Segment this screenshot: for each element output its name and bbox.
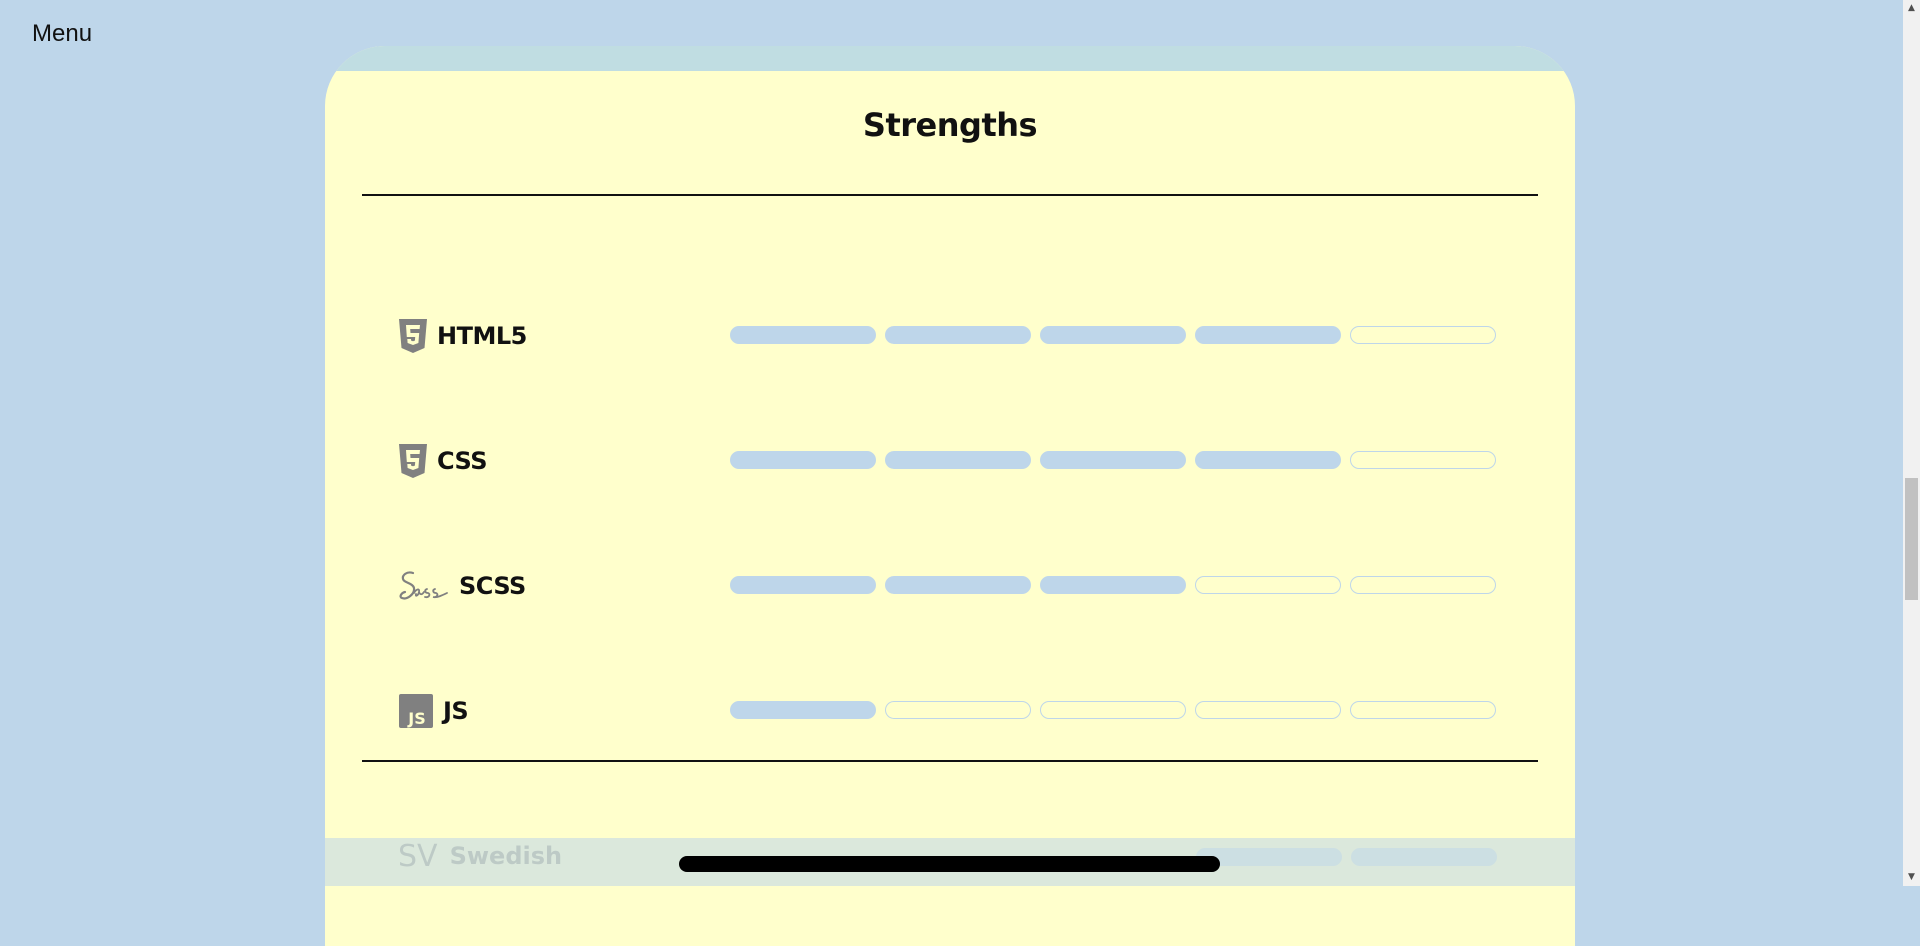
sass-icon [399,567,449,605]
skill-label: JS JS [399,691,469,731]
divider-top [362,194,1538,196]
level-bar-filled [885,576,1031,594]
skill-label: HTML5 [399,316,527,356]
level-bar-filled [730,701,876,719]
level-bar-filled [1195,451,1341,469]
level-bar-empty [1350,326,1496,344]
html5-icon [399,319,427,353]
language-name: Swedish [449,842,563,870]
scrollbar[interactable]: ▲ ▼ [1903,0,1920,886]
level-bar-empty [1040,701,1186,719]
skill-level-bars [730,326,1496,344]
level-bar-filled [730,576,876,594]
divider-bottom [362,760,1538,762]
menu-button[interactable]: Menu [32,20,92,48]
language-level-bars [1196,848,1497,866]
skill-row-html5: HTML5 [325,316,1575,356]
skill-label: CSS [399,441,488,481]
skill-label: SCSS [399,566,526,606]
css3-icon [399,444,427,478]
level-bar-empty [1195,576,1341,594]
level-bar-filled [1195,326,1341,344]
skill-name: CSS [437,447,488,475]
section-title: Strengths [862,106,1038,144]
level-bar-filled [730,326,876,344]
home-indicator[interactable] [679,856,1220,872]
scrollbar-thumb[interactable] [1905,478,1918,600]
level-bar-empty [885,701,1031,719]
level-bar-filled [885,451,1031,469]
level-bar [1351,848,1497,866]
svg-text:JS: JS [407,709,425,728]
strengths-card: Strengths HTML5 CSS SCSS JS JS [325,46,1575,946]
level-bar-empty [1350,451,1496,469]
skill-name: JS [443,697,469,725]
scroll-down-arrow-icon[interactable]: ▼ [1903,869,1920,886]
skill-name: HTML5 [437,322,527,350]
level-bar-empty [1195,701,1341,719]
language-row-swedish: SV Swedish [398,838,562,874]
level-bar-filled [1040,451,1186,469]
skill-name: SCSS [459,572,526,600]
skill-level-bars [730,701,1496,719]
level-bar-filled [885,326,1031,344]
skill-level-bars [730,451,1496,469]
level-bar-filled [730,451,876,469]
skill-row-js: JS JS [325,691,1575,731]
level-bar-filled [1040,326,1186,344]
skill-row-css: CSS [325,441,1575,481]
scroll-up-arrow-icon[interactable]: ▲ [1903,0,1920,17]
level-bar-empty [1350,701,1496,719]
js-icon: JS [399,694,433,728]
skill-level-bars [730,576,1496,594]
card-top-band [325,46,1575,71]
language-code: SV [398,838,438,874]
level-bar-filled [1040,576,1186,594]
level-bar-empty [1350,576,1496,594]
skill-row-scss: SCSS [325,566,1575,606]
